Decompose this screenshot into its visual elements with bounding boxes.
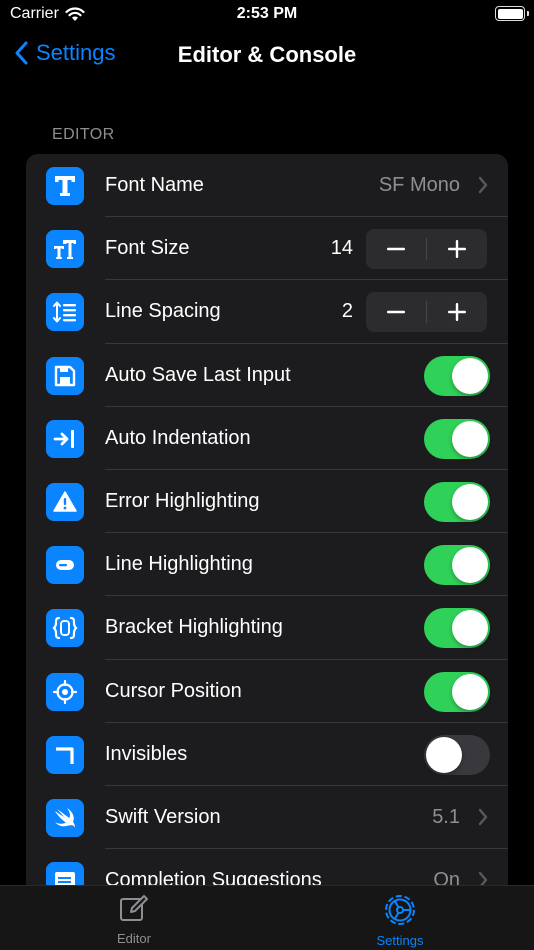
indent-icon [46,419,84,458]
bracket-highlighting-toggle[interactable] [424,608,490,649]
target-icon [46,672,84,711]
row-swift-version[interactable]: Swift Version 5.1 [26,786,508,850]
line-spacing-icon [46,293,84,332]
plus-icon [448,303,466,322]
cursor-position-toggle[interactable] [424,671,490,712]
battery-tip [527,11,529,16]
font-size-icon [46,230,84,269]
font-name-label: Font Name [105,174,204,197]
tab-editor-label: Editor [117,931,151,946]
editor-settings-group: Font Name SF Mono Font Size 14 Line Spac… [26,154,508,914]
line-spacing-decrement-button[interactable] [366,292,426,332]
chevron-right-icon [478,808,488,826]
section-header-editor: EDITOR [52,126,115,143]
plus-icon [448,240,466,259]
cursor-position-label: Cursor Position [105,679,242,702]
swift-icon [46,798,84,837]
battery-icon [495,6,525,21]
font-size-increment-button[interactable] [427,229,487,269]
line-highlight-icon [46,546,84,585]
line-spacing-label: Line Spacing [105,300,221,323]
line-spacing-value: 2 [341,300,353,323]
font-size-decrement-button[interactable] [366,229,426,269]
page-title: Editor & Console [177,42,357,67]
font-size-stepper [366,229,487,270]
line-spacing-stepper [366,292,487,333]
swift-version-label: Swift Version [105,805,221,828]
tab-settings-label: Settings [376,933,424,948]
navigation-bar: Settings Editor & Console [0,34,534,78]
row-line-highlighting: Line Highlighting [26,533,508,597]
minus-icon [387,311,405,314]
error-highlighting-toggle[interactable] [424,481,490,522]
font-size-label: Font Size [105,237,190,260]
save-icon [46,356,84,395]
row-font-name[interactable]: Font Name SF Mono [26,154,508,218]
brackets-icon [46,609,84,648]
row-font-size: Font Size 14 [26,217,508,281]
warning-icon [46,482,84,521]
auto-indentation-toggle[interactable] [424,418,490,459]
row-cursor-position: Cursor Position [26,660,508,723]
row-error-highlighting: Error Highlighting [26,470,508,534]
font-size-value: 14 [330,237,353,260]
minus-icon [387,247,405,251]
row-auto-indentation: Auto Indentation [26,407,508,471]
chevron-right-icon [478,176,488,194]
tab-bar: Editor Settings [0,885,534,950]
row-invisibles: Invisibles [26,723,508,787]
line-highlighting-toggle[interactable] [424,545,490,586]
font-name-value: SF Mono [378,174,460,197]
status-bar: Carrier 2:53 PM [0,0,534,30]
swift-version-value: 5.1 [432,805,460,828]
invisibles-label: Invisibles [105,742,188,765]
row-line-spacing: Line Spacing 2 [26,280,508,344]
error-highlighting-label: Error Highlighting [105,490,260,513]
font-icon [46,167,84,205]
auto-indentation-label: Auto Indentation [105,426,251,449]
tab-editor[interactable]: Editor [74,894,194,946]
auto-save-label: Auto Save Last Input [105,363,291,386]
status-time: 2:53 PM [236,5,298,22]
invisibles-toggle[interactable] [424,734,490,775]
gear-icon [385,895,415,925]
row-bracket-highlighting: Bracket Highlighting [26,596,508,660]
line-spacing-increment-button[interactable] [427,292,487,332]
tab-settings[interactable]: Settings [340,894,460,948]
invisibles-icon [46,735,84,774]
bracket-highlighting-label: Bracket Highlighting [105,616,283,639]
row-auto-save: Auto Save Last Input [26,344,508,407]
auto-save-toggle[interactable] [424,355,490,396]
edit-icon [120,895,148,921]
line-highlighting-label: Line Highlighting [105,553,253,576]
